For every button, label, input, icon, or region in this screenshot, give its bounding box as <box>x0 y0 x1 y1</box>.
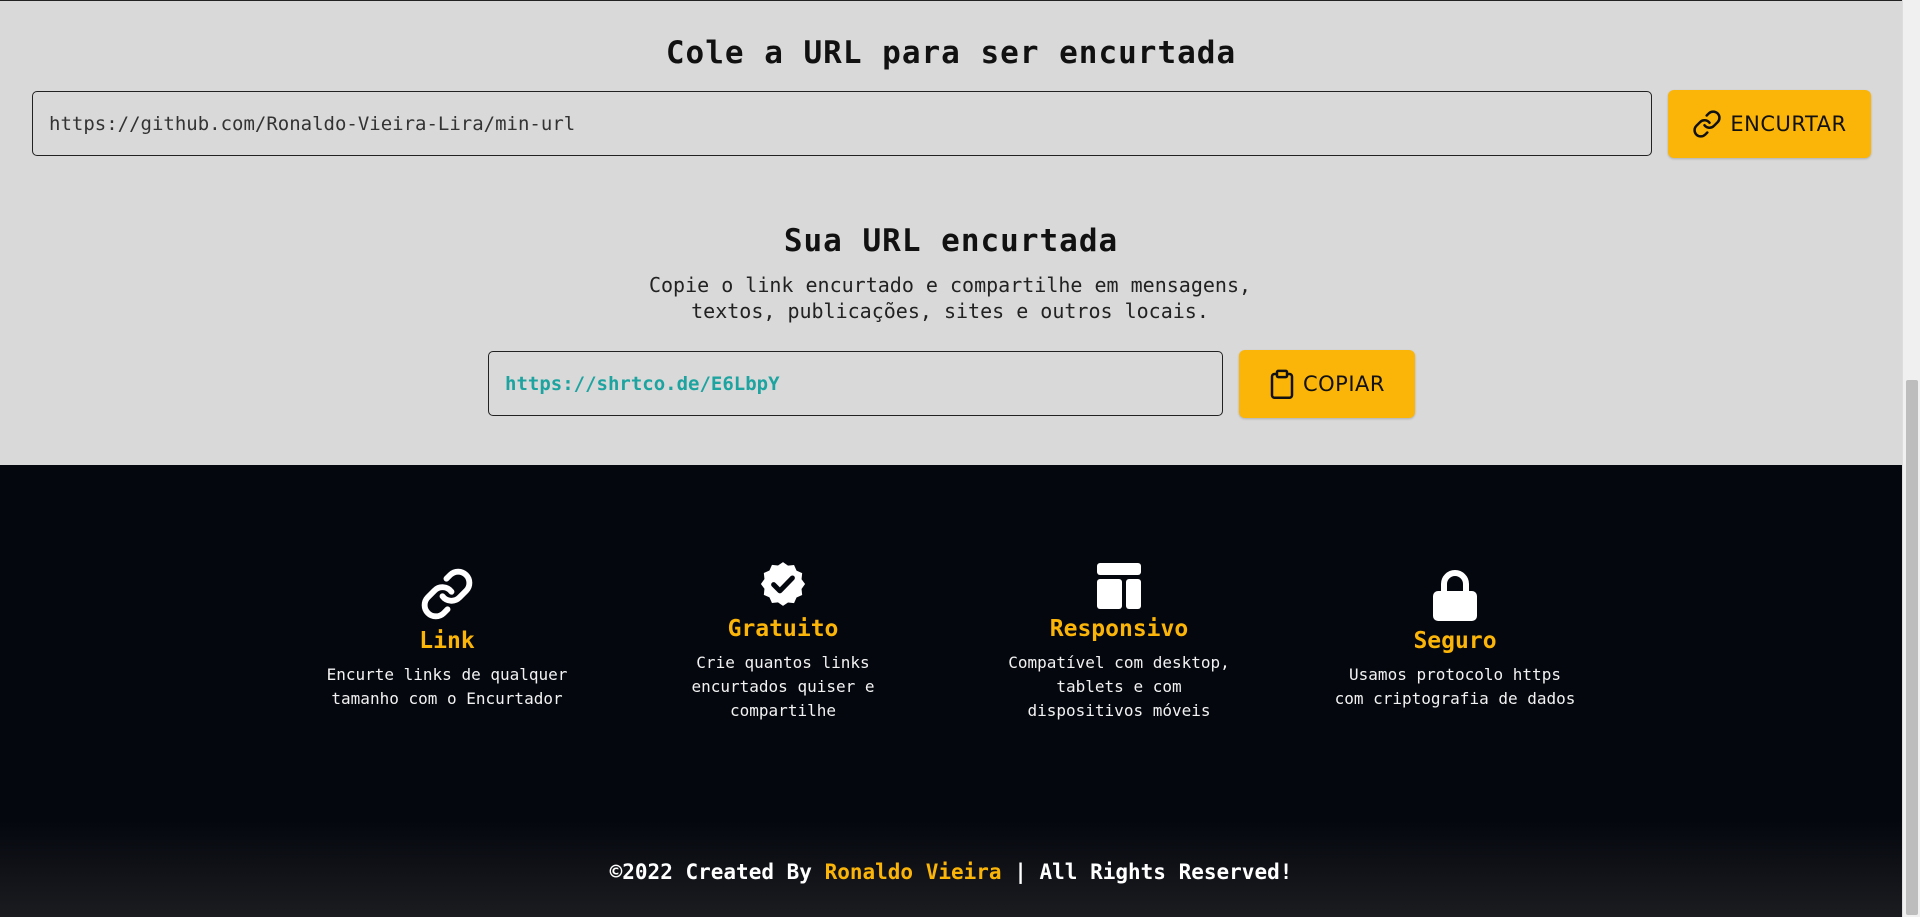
url-input[interactable] <box>32 91 1652 156</box>
layout-icon <box>1097 563 1141 609</box>
result-title: Sua URL encurtada <box>783 223 1119 259</box>
copy-button-label: COPIAR <box>1302 372 1385 396</box>
scrollbar[interactable] <box>1902 0 1920 917</box>
footer: Link Encurte links de qualquer tamanho c… <box>0 465 1902 917</box>
copyright-prefix: ©2022 Created By <box>609 860 825 884</box>
shorten-button-label: ENCURTAR <box>1730 112 1847 136</box>
shorten-button[interactable]: ENCURTAR <box>1668 90 1871 158</box>
feature-description: Usamos protocolo https com criptografia … <box>1315 663 1595 711</box>
feature-description: Crie quantos links encurtados quiser e c… <box>643 651 923 723</box>
feature-seguro: Seguro Usamos protocolo https com cripto… <box>1315 565 1595 711</box>
feature-desc-line: dispositivos móveis <box>1027 701 1211 720</box>
feature-desc-line: encurtados quiser e <box>691 677 875 696</box>
clipboard-icon <box>1270 369 1294 399</box>
feature-description: Encurte links de qualquer tamanho com o … <box>307 663 587 711</box>
copyright-suffix: | All Rights Reserved! <box>1001 860 1293 884</box>
scrollbar-thumb[interactable] <box>1906 380 1918 915</box>
short-url-field[interactable] <box>488 351 1223 416</box>
feature-desc-line: compartilhe <box>730 701 836 720</box>
feature-title: Responsivo <box>1049 616 1189 642</box>
copyright: ©2022 Created By Ronaldo Vieira | All Ri… <box>0 860 1902 884</box>
feature-description: Compatível com desktop, tablets e com di… <box>979 651 1259 723</box>
badge-check-icon <box>760 562 806 606</box>
link-icon <box>421 568 473 620</box>
copy-button[interactable]: COPIAR <box>1239 350 1415 418</box>
shortener-section: Cole a URL para ser encurtada ENCURTAR S… <box>0 0 1902 465</box>
result-desc-line: textos, publicações, sites e outros loca… <box>691 299 1209 323</box>
lock-icon <box>1433 570 1477 621</box>
feature-desc-line: tamanho com o Encurtador <box>331 689 563 708</box>
feature-desc-line: com criptografia de dados <box>1334 689 1576 708</box>
feature-responsivo: Responsivo Compatível com desktop, table… <box>979 553 1259 723</box>
feature-gratuito: Gratuito Crie quantos links encurtados q… <box>643 553 923 723</box>
feature-desc-line: Usamos protocolo https <box>1349 665 1561 684</box>
feature-desc-line: Encurte links de qualquer <box>326 665 568 684</box>
author-name: Ronaldo Vieira <box>824 860 1002 884</box>
shorten-title: Cole a URL para ser encurtada <box>665 35 1237 71</box>
feature-title: Link <box>419 628 475 654</box>
link-icon <box>1693 110 1721 138</box>
feature-title: Seguro <box>1413 628 1497 654</box>
result-desc-line: Copie o link encurtado e compartilhe em … <box>648 273 1252 297</box>
feature-desc-line: Compatível com desktop, <box>1008 653 1230 672</box>
feature-title: Gratuito <box>727 616 839 642</box>
feature-link: Link Encurte links de qualquer tamanho c… <box>307 565 587 711</box>
result-description: Copie o link encurtado e compartilhe em … <box>600 272 1300 324</box>
feature-desc-line: Crie quantos links <box>696 653 870 672</box>
feature-desc-line: tablets e com <box>1056 677 1182 696</box>
